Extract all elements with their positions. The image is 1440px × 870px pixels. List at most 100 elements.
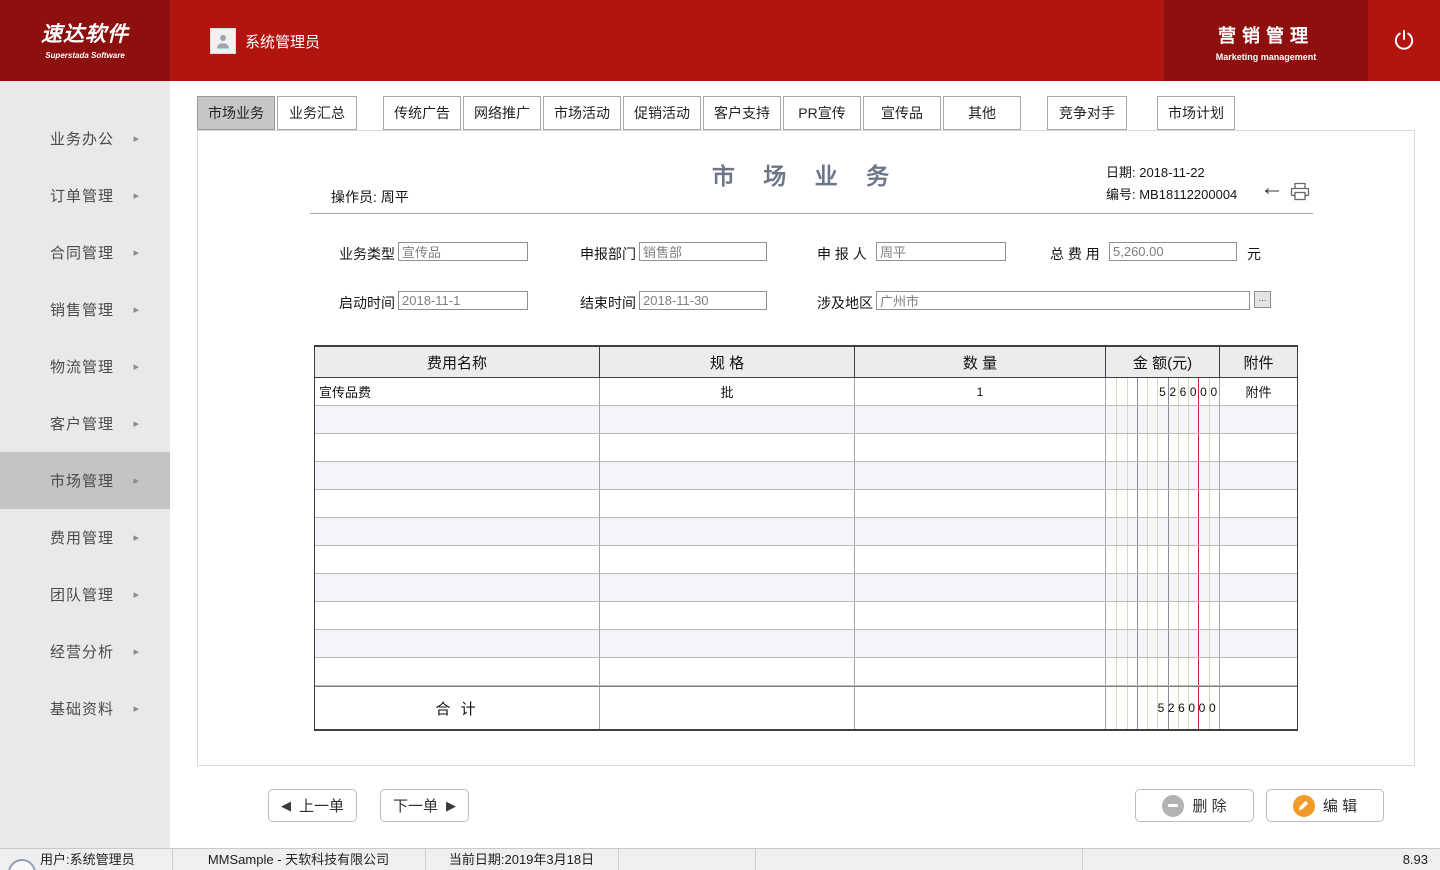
table-empty-row bbox=[315, 490, 1297, 518]
document-panel: 市 场 业 务 操作员: 周平 日期: 2018-11-22 编号: MB181… bbox=[197, 130, 1415, 766]
attachment-link[interactable]: 附件 bbox=[1220, 378, 1297, 405]
total-label: 合 计 bbox=[315, 687, 600, 729]
current-user-label: 系统管理员 bbox=[245, 31, 320, 52]
end-date-input[interactable] bbox=[639, 291, 767, 310]
cell-amount: 526000 bbox=[1106, 378, 1220, 405]
col-header-spec: 规 格 bbox=[600, 347, 855, 377]
tab-competitors[interactable]: 竞争对手 bbox=[1047, 96, 1127, 130]
total-cost-input[interactable] bbox=[1109, 242, 1237, 261]
start-date-label: 启动时间 bbox=[339, 293, 395, 313]
cell-expense-name: 宣传品费 bbox=[315, 378, 600, 405]
sidebar-item-logistics-mgmt[interactable]: 物流管理▸ bbox=[0, 338, 170, 395]
tab-promo-activity[interactable]: 促销活动 bbox=[623, 96, 701, 130]
pencil-circle-icon bbox=[1293, 795, 1315, 817]
tab-customer-support[interactable]: 客户支持 bbox=[703, 96, 781, 130]
app-header: 速达软件 Superstada Software 系统管理员 营销管理 Mark… bbox=[0, 0, 1440, 81]
region-browse-button[interactable]: ... bbox=[1254, 291, 1271, 308]
back-arrow-icon[interactable]: ← bbox=[1260, 176, 1284, 200]
power-icon bbox=[1391, 28, 1417, 54]
sidebar-item-sales-mgmt[interactable]: 销售管理▸ bbox=[0, 281, 170, 338]
status-version: 8.93 bbox=[1403, 849, 1428, 870]
chevron-right-icon: ▸ bbox=[133, 189, 140, 202]
tab-promo-materials[interactable]: 宣传品 bbox=[863, 96, 941, 130]
minus-circle-icon bbox=[1162, 795, 1184, 817]
logo-title: 速达软件 bbox=[0, 18, 170, 48]
app-window: 速达软件 Superstada Software 系统管理员 营销管理 Mark… bbox=[0, 0, 1440, 870]
total-cost-unit: 元 bbox=[1247, 244, 1261, 264]
chevron-right-icon: ▸ bbox=[133, 531, 140, 544]
col-header-expense-name: 费用名称 bbox=[315, 347, 600, 377]
sidebar: 业务办公▸ 订单管理▸ 合同管理▸ 销售管理▸ 物流管理▸ 客户管理▸ 市场管理… bbox=[0, 81, 170, 848]
user-avatar-icon bbox=[210, 28, 236, 54]
chevron-right-icon: ▸ bbox=[133, 588, 140, 601]
chevron-right-icon: ▸ bbox=[133, 474, 140, 487]
table-empty-row bbox=[315, 406, 1297, 434]
sidebar-item-expense-mgmt[interactable]: 费用管理▸ bbox=[0, 509, 170, 566]
department-input[interactable] bbox=[639, 242, 767, 261]
prev-record-label: 上一单 bbox=[299, 795, 344, 816]
tab-traditional-ads[interactable]: 传统广告 bbox=[383, 96, 461, 130]
table-empty-row bbox=[315, 602, 1297, 630]
edit-button[interactable]: 编 辑 bbox=[1266, 789, 1384, 822]
status-bar: 用户:系统管理员 MMSample - 天软科技有限公司 当前日期:2019年3… bbox=[0, 848, 1440, 870]
department-label: 申报部门 bbox=[580, 244, 636, 264]
app-logo: 速达软件 Superstada Software bbox=[0, 0, 170, 81]
left-triangle-icon: ◀ bbox=[281, 798, 291, 814]
col-header-qty: 数 量 bbox=[855, 347, 1106, 377]
next-record-button[interactable]: 下一单 ▶ bbox=[380, 789, 469, 822]
module-title-box: 营销管理 Marketing management bbox=[1164, 0, 1368, 81]
module-subtitle: Marketing management bbox=[1164, 52, 1368, 62]
sidebar-item-customer-mgmt[interactable]: 客户管理▸ bbox=[0, 395, 170, 452]
prev-record-button[interactable]: ◀ 上一单 bbox=[268, 789, 357, 822]
logo-subtitle: Superstada Software bbox=[0, 51, 170, 60]
amount-digits: 526000 bbox=[1106, 378, 1219, 405]
status-company: MMSample - 天软科技有限公司 bbox=[172, 849, 425, 870]
tab-business-summary[interactable]: 业务汇总 bbox=[277, 96, 357, 130]
reporter-input[interactable] bbox=[876, 242, 1006, 261]
region-input[interactable] bbox=[876, 291, 1250, 310]
right-triangle-icon: ▶ bbox=[446, 798, 456, 814]
total-amount: 526000 bbox=[1106, 687, 1220, 729]
sidebar-item-base-data[interactable]: 基础资料▸ bbox=[0, 680, 170, 737]
end-date-label: 结束时间 bbox=[580, 293, 636, 313]
print-button[interactable] bbox=[1290, 182, 1310, 206]
sidebar-item-market-mgmt[interactable]: 市场管理▸ bbox=[0, 452, 170, 509]
total-cost-label: 总 费 用 bbox=[1050, 244, 1100, 264]
module-title: 营销管理 bbox=[1164, 22, 1368, 48]
document-date: 日期: 2018-11-22 bbox=[1106, 162, 1205, 181]
sidebar-item-business-office[interactable]: 业务办公▸ bbox=[0, 110, 170, 167]
cell-qty: 1 bbox=[855, 378, 1106, 405]
tab-other[interactable]: 其他 bbox=[943, 96, 1021, 130]
status-circle-icon bbox=[8, 859, 36, 870]
header-divider bbox=[310, 213, 1313, 214]
col-header-attachment: 附件 bbox=[1220, 347, 1297, 377]
printer-icon bbox=[1290, 182, 1310, 201]
table-body: 宣传品费 批 1 526000 附件 bbox=[315, 378, 1297, 686]
edit-label: 编 辑 bbox=[1323, 795, 1357, 816]
tab-market-plan[interactable]: 市场计划 bbox=[1157, 96, 1235, 130]
start-date-input[interactable] bbox=[398, 291, 528, 310]
operator-label: 操作员: 周平 bbox=[331, 187, 409, 207]
table-header-row: 费用名称 规 格 数 量 金 额(元) 附件 bbox=[315, 347, 1297, 378]
table-row: 宣传品费 批 1 526000 附件 bbox=[315, 378, 1297, 406]
sidebar-item-business-analysis[interactable]: 经营分析▸ bbox=[0, 623, 170, 680]
sidebar-item-order-mgmt[interactable]: 订单管理▸ bbox=[0, 167, 170, 224]
tab-pr[interactable]: PR宣传 bbox=[783, 96, 861, 130]
cell-spec: 批 bbox=[600, 378, 855, 405]
document-number: 编号: MB18112200004 bbox=[1106, 184, 1237, 203]
reporter-label: 申 报 人 bbox=[817, 244, 867, 264]
tab-market-activity[interactable]: 市场活动 bbox=[543, 96, 621, 130]
tab-online-promotion[interactable]: 网络推广 bbox=[463, 96, 541, 130]
status-user: 用户:系统管理员 bbox=[40, 849, 135, 870]
delete-button[interactable]: 删 除 bbox=[1135, 789, 1254, 822]
power-button[interactable] bbox=[1368, 0, 1440, 81]
business-type-label: 业务类型 bbox=[339, 244, 395, 264]
sidebar-item-team-mgmt[interactable]: 团队管理▸ bbox=[0, 566, 170, 623]
sidebar-item-contract-mgmt[interactable]: 合同管理▸ bbox=[0, 224, 170, 281]
table-empty-row bbox=[315, 518, 1297, 546]
business-type-input[interactable] bbox=[398, 242, 528, 261]
chevron-right-icon: ▸ bbox=[133, 702, 140, 715]
table-empty-row bbox=[315, 630, 1297, 658]
tab-market-business[interactable]: 市场业务 bbox=[197, 96, 275, 130]
chevron-right-icon: ▸ bbox=[133, 417, 140, 430]
